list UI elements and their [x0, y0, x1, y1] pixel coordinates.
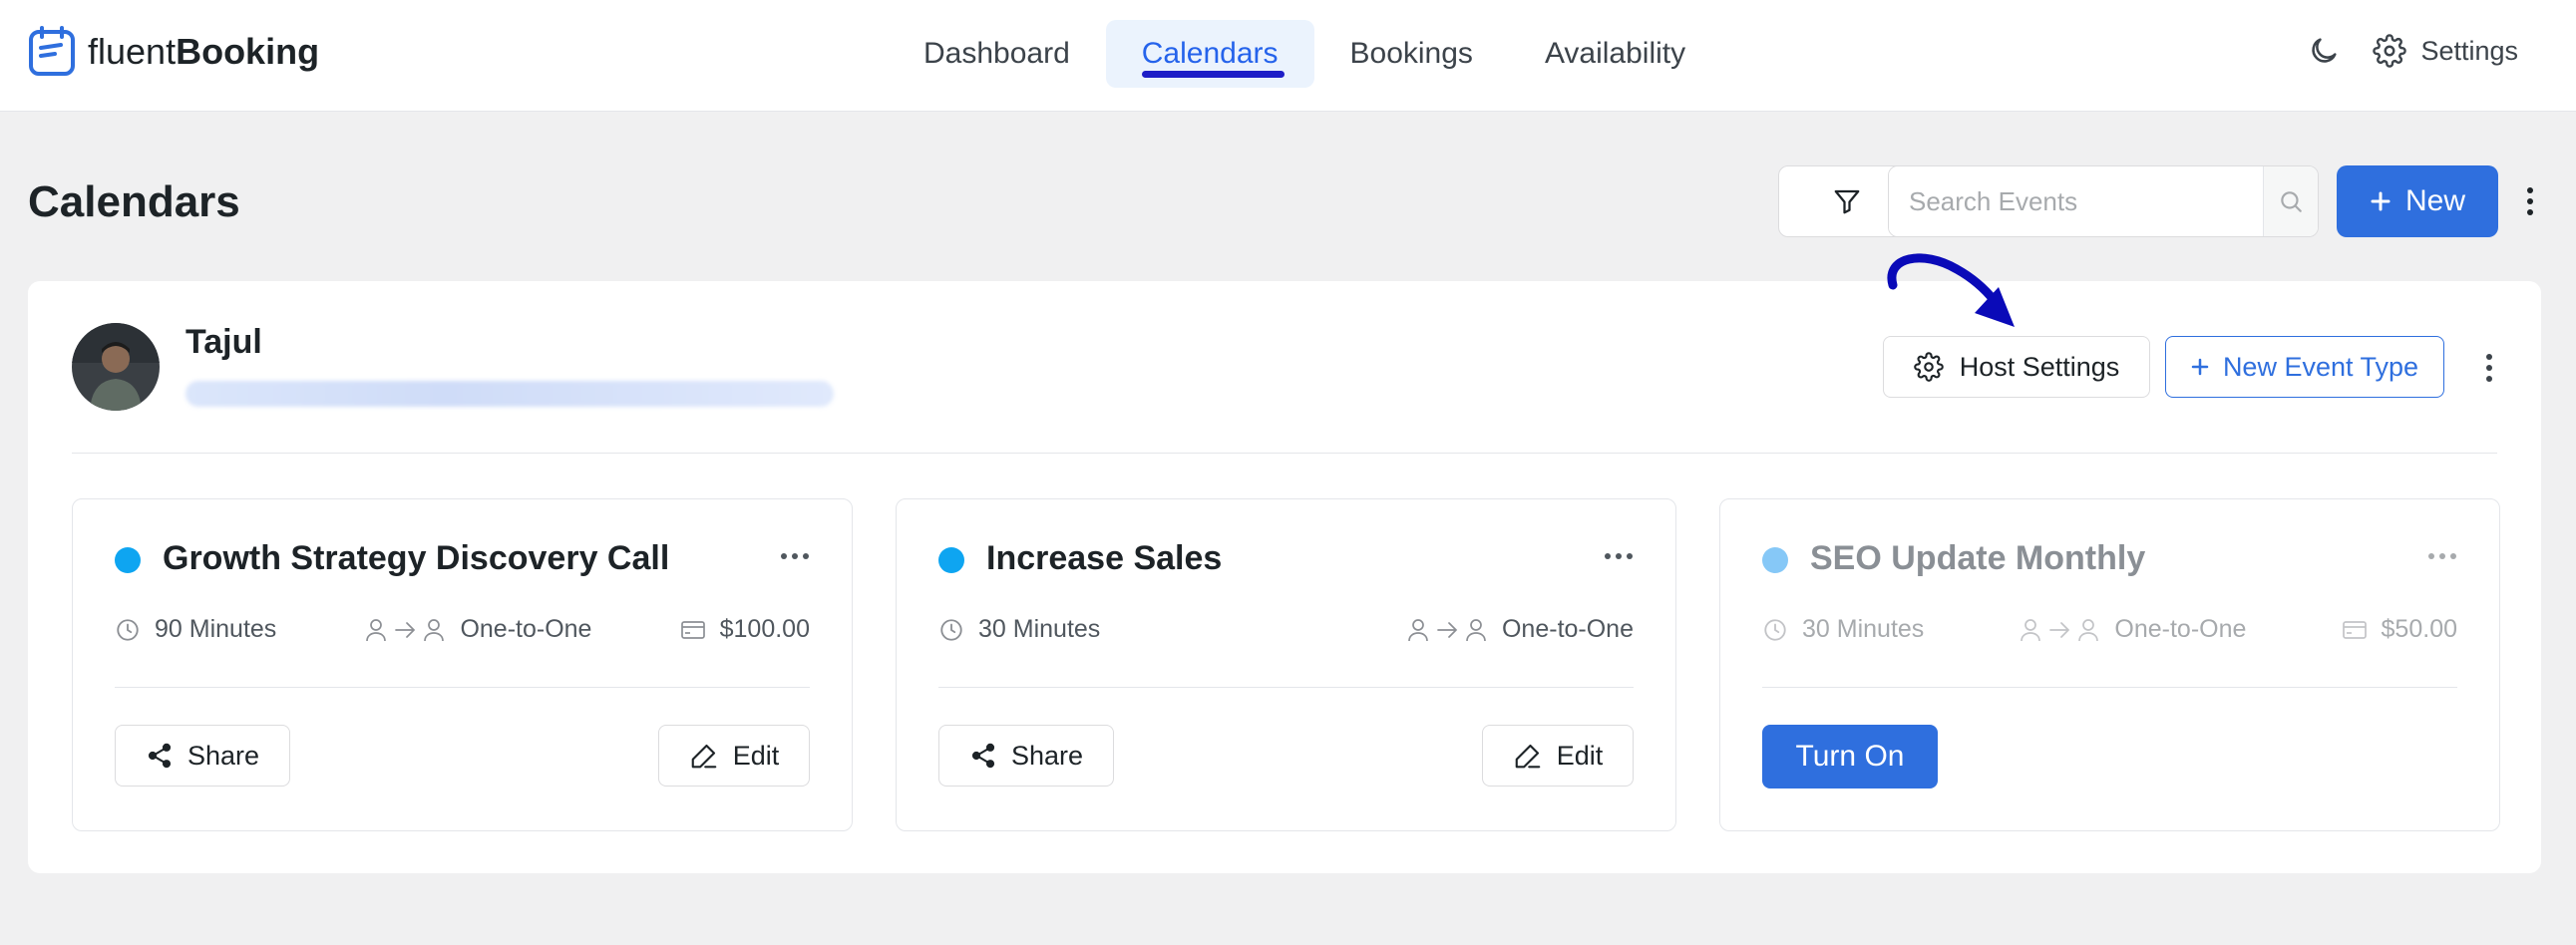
settings-link[interactable]: Settings — [2373, 34, 2518, 68]
user-icon — [1466, 618, 1486, 641]
page-title: Calendars — [28, 177, 240, 226]
nav-dashboard[interactable]: Dashboard — [888, 20, 1106, 88]
app-logo-text: fluentBooking — [88, 31, 319, 73]
arrow-right-icon — [1437, 621, 1458, 638]
plus-icon — [2371, 191, 2391, 211]
arrow-right-icon — [2049, 621, 2070, 638]
event-type: One-to-One — [364, 615, 591, 644]
logo-light-text: fluent — [88, 31, 177, 72]
edit-icon — [1515, 744, 1541, 769]
calendar-logo-icon — [29, 26, 75, 76]
event-type-text: One-to-One — [1501, 615, 1634, 643]
edit-label: Edit — [1556, 740, 1604, 771]
top-right-controls: Settings — [2307, 34, 2518, 68]
event-title[interactable]: SEO Update Monthly — [1810, 539, 2145, 578]
event-status-dot — [115, 547, 141, 573]
settings-label: Settings — [2420, 35, 2518, 66]
edit-button[interactable]: Edit — [1482, 725, 1634, 787]
nav-availability[interactable]: Availability — [1509, 20, 1721, 88]
search-box — [1888, 165, 2319, 237]
gear-icon — [2373, 34, 2407, 68]
event-type: One-to-One — [2019, 615, 2246, 644]
filter-icon — [1834, 189, 1860, 214]
share-label: Share — [186, 740, 260, 771]
user-icon — [2021, 618, 2041, 641]
event-type-text: One-to-One — [2114, 615, 2247, 643]
gear-icon — [1913, 352, 1944, 382]
top-bar: fluentBooking Dashboard Calendars Bookin… — [0, 0, 2576, 112]
nav-bookings[interactable]: Bookings — [1314, 20, 1509, 88]
event-type: One-to-One — [1406, 615, 1634, 644]
event-card: Increase Sales 30 Minutes One-to-One Sha… — [896, 498, 1676, 831]
host-more-icon[interactable] — [2481, 353, 2497, 383]
event-divider — [115, 687, 810, 688]
event-divider — [938, 687, 1634, 688]
event-duration: 30 Minutes — [1762, 615, 1924, 644]
nav-calendars[interactable]: Calendars — [1105, 20, 1314, 88]
event-more-icon[interactable] — [1604, 551, 1634, 561]
share-button[interactable]: Share — [938, 725, 1114, 787]
event-type-text: One-to-One — [460, 615, 592, 643]
user-icon — [2078, 618, 2099, 641]
share-icon — [971, 743, 995, 769]
arrow-right-icon — [395, 621, 416, 638]
host-settings-label: Host Settings — [1959, 351, 2120, 382]
event-more-icon[interactable] — [780, 551, 810, 561]
host-divider — [72, 453, 2497, 454]
edit-icon — [691, 744, 717, 769]
search-button[interactable] — [2263, 166, 2318, 236]
edit-label: Edit — [732, 740, 780, 771]
clock-icon — [117, 618, 139, 641]
new-event-type-label: New Event Type — [2222, 351, 2419, 382]
host-name: Tajul — [185, 323, 262, 361]
share-icon — [148, 743, 172, 769]
search-input[interactable] — [1889, 166, 2263, 236]
event-divider — [1762, 687, 2457, 688]
edit-button[interactable]: Edit — [658, 725, 810, 787]
clock-icon — [1764, 618, 1786, 641]
app-logo[interactable]: fluentBooking — [28, 26, 319, 78]
event-price-text: $50.00 — [2381, 615, 2457, 643]
event-duration: 30 Minutes — [938, 615, 1100, 644]
plus-icon — [2191, 358, 2209, 376]
user-icon — [1408, 618, 1428, 641]
event-card: Growth Strategy Discovery Call 90 Minute… — [72, 498, 853, 831]
new-event-type-button[interactable]: New Event Type — [2165, 336, 2444, 398]
event-price: $100.00 — [680, 615, 810, 644]
share-label: Share — [1010, 740, 1084, 771]
moon-icon[interactable] — [2307, 34, 2341, 68]
user-icon — [366, 618, 387, 641]
event-title[interactable]: Increase Sales — [986, 539, 1222, 578]
event-card: SEO Update Monthly 30 Minutes One-to-One… — [1719, 498, 2500, 831]
user-icon — [424, 618, 445, 641]
event-meta: 90 Minutes One-to-One $100.00 — [115, 615, 810, 644]
search-icon — [2281, 191, 2302, 212]
logo-bold-text: Booking — [176, 31, 320, 72]
new-button-label: New — [2404, 184, 2465, 217]
credit-card-icon — [2342, 620, 2367, 639]
event-more-icon[interactable] — [2427, 551, 2457, 561]
turn-on-button[interactable]: Turn On — [1762, 725, 1938, 788]
event-duration-text: 30 Minutes — [978, 615, 1101, 643]
event-meta: 30 Minutes One-to-One $50.00 — [1762, 615, 2457, 644]
share-button[interactable]: Share — [115, 725, 290, 787]
event-price-text: $100.00 — [719, 615, 810, 643]
host-email-blurred — [185, 381, 834, 407]
event-meta: 30 Minutes One-to-One — [938, 615, 1634, 644]
avatar — [72, 323, 160, 411]
new-button[interactable]: New — [2337, 165, 2498, 237]
annotation-arrow-icon — [1887, 253, 2015, 327]
event-price: $50.00 — [2342, 615, 2457, 644]
event-duration-text: 30 Minutes — [1802, 615, 1925, 643]
event-title[interactable]: Growth Strategy Discovery Call — [163, 539, 669, 578]
page-more-icon[interactable] — [2520, 185, 2540, 217]
credit-card-icon — [680, 620, 705, 639]
event-duration: 90 Minutes — [115, 615, 276, 644]
event-status-dot — [1762, 547, 1788, 573]
clock-icon — [940, 618, 962, 641]
event-status-dot — [938, 547, 964, 573]
event-duration-text: 90 Minutes — [155, 615, 277, 643]
host-card: Tajul Host Settings New Event Type Growt… — [28, 281, 2541, 873]
main-nav: Dashboard Calendars Bookings Availabilit… — [888, 20, 1721, 88]
